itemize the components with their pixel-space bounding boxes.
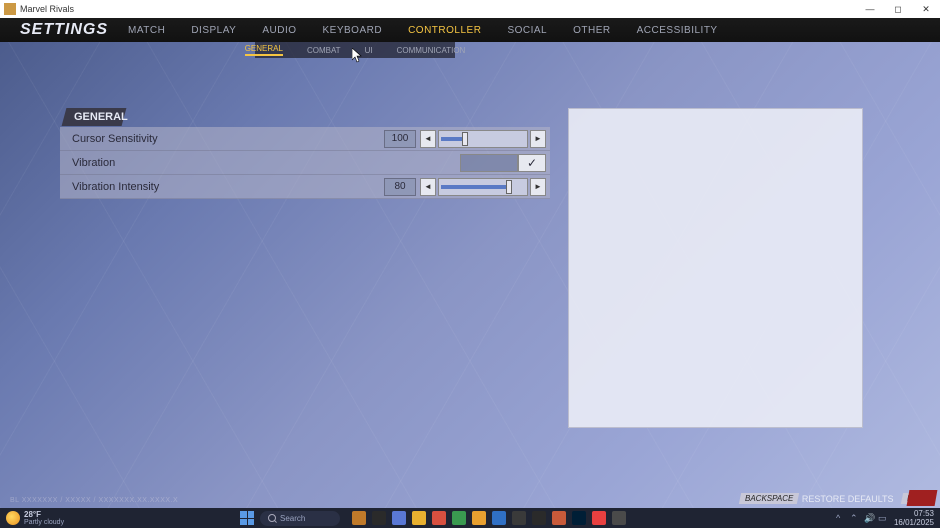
tab-social[interactable]: SOCIAL bbox=[507, 25, 547, 36]
row-vibration-intensity: Vibration Intensity 80 ◄ ► bbox=[60, 175, 550, 199]
windows-taskbar: 28°F Partly cloudy Search ^ ⌃ 🔊 ▭ 07:53 … bbox=[0, 508, 940, 528]
tab-controller[interactable]: CONTROLLER bbox=[408, 25, 481, 36]
app-icon bbox=[4, 3, 16, 15]
taskbar-app-12[interactable] bbox=[592, 511, 606, 525]
row-vibration: Vibration ✓ bbox=[60, 151, 550, 175]
slider-cursor-sensitivity[interactable] bbox=[438, 130, 528, 148]
clock[interactable]: 07:53 16/01/2025 bbox=[894, 509, 934, 527]
start-button[interactable] bbox=[240, 511, 254, 525]
tray-icons[interactable]: ^ ⌃ 🔊 ▭ bbox=[836, 513, 888, 523]
value-vibration-intensity: 80 bbox=[384, 178, 416, 196]
label-vibration-intensity: Vibration Intensity bbox=[72, 181, 384, 193]
taskbar-app-0[interactable] bbox=[352, 511, 366, 525]
taskbar-search[interactable]: Search bbox=[260, 511, 340, 526]
subtab-combat[interactable]: COMBAT bbox=[307, 46, 341, 55]
label-vibration: Vibration bbox=[72, 157, 460, 169]
settings-header: SETTINGS MATCH DISPLAY AUDIO KEYBOARD CONTRO… bbox=[0, 18, 940, 42]
minimize-button[interactable]: ― bbox=[856, 4, 884, 15]
taskbar-app-13[interactable] bbox=[612, 511, 626, 525]
value-cursor-sensitivity: 100 bbox=[384, 130, 416, 148]
settings-panel: GENERAL Cursor Sensitivity 100 ◄ ► Vibra… bbox=[60, 108, 550, 428]
taskbar-app-4[interactable] bbox=[432, 511, 446, 525]
slider-vibration-intensity[interactable] bbox=[438, 178, 528, 196]
battery-icon: ▭ bbox=[878, 513, 888, 523]
subtab-ui[interactable]: UI bbox=[365, 46, 373, 55]
sub-tabs: GENERALCOMBATUICOMMUNICATION bbox=[255, 42, 455, 58]
taskbar-app-1[interactable] bbox=[372, 511, 386, 525]
volume-icon: 🔊 bbox=[864, 513, 874, 523]
maximize-button[interactable]: ◻ bbox=[884, 4, 912, 15]
button-hints: BACKSPACE RESTORE DEFAULTS ESC bbox=[740, 493, 928, 504]
system-tray: ^ ⌃ 🔊 ▭ 07:53 16/01/2025 bbox=[836, 509, 934, 527]
settings-title: SETTINGS bbox=[0, 21, 128, 39]
increase-cursor-button[interactable]: ► bbox=[530, 130, 546, 148]
main-tabs: MATCH DISPLAY AUDIO KEYBOARD CONTROLLER SOCIA… bbox=[128, 25, 718, 36]
taskbar-app-9[interactable] bbox=[532, 511, 546, 525]
game-viewport: SETTINGS MATCH DISPLAY AUDIO KEYBOARD CONTRO… bbox=[0, 18, 940, 508]
taskbar-app-8[interactable] bbox=[512, 511, 526, 525]
chevron-up-icon: ^ bbox=[836, 513, 846, 523]
check-icon: ✓ bbox=[518, 154, 546, 172]
increase-intensity-button[interactable]: ► bbox=[530, 178, 546, 196]
section-header: GENERAL bbox=[62, 108, 127, 126]
tab-display[interactable]: DISPLAY bbox=[191, 25, 236, 36]
label-cursor-sensitivity: Cursor Sensitivity bbox=[72, 133, 384, 145]
search-icon bbox=[268, 514, 276, 522]
subtab-communication[interactable]: COMMUNICATION bbox=[397, 46, 466, 55]
window-title: Marvel Rivals bbox=[20, 4, 74, 14]
row-cursor-sensitivity: Cursor Sensitivity 100 ◄ ► bbox=[60, 127, 550, 151]
taskbar-app-6[interactable] bbox=[472, 511, 486, 525]
tab-accessibility[interactable]: ACCESSIBILITY bbox=[637, 25, 718, 36]
taskbar-app-3[interactable] bbox=[412, 511, 426, 525]
taskbar-app-7[interactable] bbox=[492, 511, 506, 525]
weather-icon bbox=[6, 511, 20, 525]
corner-badge bbox=[907, 490, 938, 506]
taskbar-app-11[interactable] bbox=[572, 511, 586, 525]
window-titlebar: Marvel Rivals ― ◻ ✕ bbox=[0, 0, 940, 18]
tab-audio[interactable]: AUDIO bbox=[262, 25, 296, 36]
decrease-intensity-button[interactable]: ◄ bbox=[420, 178, 436, 196]
tab-keyboard[interactable]: KEYBOARD bbox=[323, 25, 383, 36]
taskbar-app-10[interactable] bbox=[552, 511, 566, 525]
taskbar-app-5[interactable] bbox=[452, 511, 466, 525]
taskbar-app-2[interactable] bbox=[392, 511, 406, 525]
hint-restore-defaults[interactable]: BACKSPACE RESTORE DEFAULTS bbox=[740, 493, 894, 504]
tab-other[interactable]: OTHER bbox=[573, 25, 611, 36]
build-info: BL XXXXXXX / XXXXX / XXXXXXX.XX.XXXX.X bbox=[10, 497, 178, 504]
subtab-general[interactable]: GENERAL bbox=[245, 44, 283, 56]
toggle-vibration[interactable]: ✓ bbox=[460, 154, 546, 172]
decrease-cursor-button[interactable]: ◄ bbox=[420, 130, 436, 148]
taskbar-apps bbox=[352, 511, 626, 525]
tab-match[interactable]: MATCH bbox=[128, 25, 165, 36]
wifi-icon: ⌃ bbox=[850, 513, 860, 523]
description-panel bbox=[568, 108, 863, 428]
close-button[interactable]: ✕ bbox=[912, 4, 940, 15]
weather-widget[interactable]: 28°F Partly cloudy bbox=[0, 510, 64, 526]
